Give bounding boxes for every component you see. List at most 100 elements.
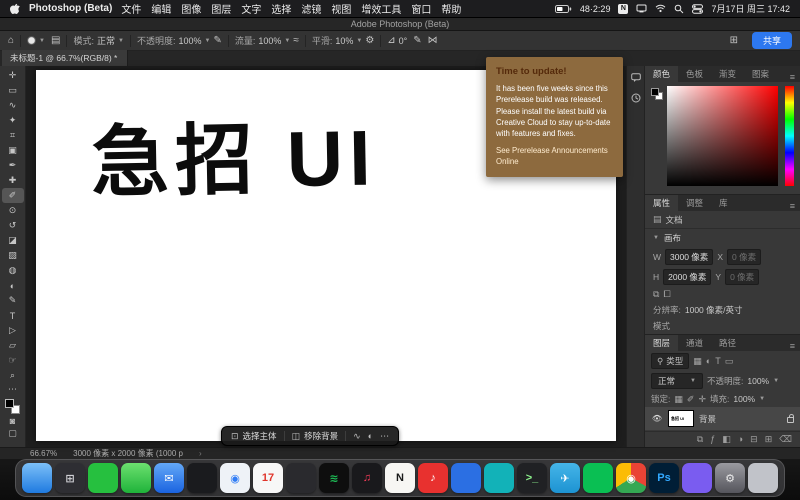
layer-mask-icon[interactable]: ◧	[722, 434, 731, 445]
apple-menu-icon[interactable]	[10, 3, 20, 15]
marquee-tool[interactable]: ▭	[2, 83, 24, 98]
tab-gradients[interactable]: 渐变	[711, 66, 744, 82]
y-field[interactable]: 0 像素	[725, 269, 759, 285]
opacity-control[interactable]: 不透明度: 100% ▼ ✎	[137, 34, 222, 47]
height-field[interactable]: 2000 像素	[663, 269, 711, 285]
dock-icon-safari[interactable]: ◉	[220, 463, 250, 493]
type-tool[interactable]: T	[2, 308, 24, 323]
adjustment-layer-icon[interactable]: ◑	[738, 434, 743, 445]
dock-icon-wecom[interactable]	[583, 463, 613, 493]
canvas-section-header[interactable]: ▼ 画布	[645, 229, 800, 247]
screen-mode-icon[interactable]: ▢	[2, 427, 24, 440]
dock-icon-spotify[interactable]: ≋	[319, 463, 349, 493]
healing-brush-tool[interactable]: ✚	[2, 173, 24, 188]
menubar-menu-item[interactable]: 视图	[331, 1, 351, 16]
menubar-menu-item[interactable]: 图像	[181, 1, 201, 16]
eraser-tool[interactable]: ◪	[2, 233, 24, 248]
tab-patterns[interactable]: 图案	[744, 66, 777, 82]
layer-name[interactable]: 背景	[699, 413, 716, 425]
dock-icon-notes[interactable]	[286, 463, 316, 493]
history-brush-tool[interactable]: ↺	[2, 218, 24, 233]
battery-icon[interactable]	[555, 5, 572, 13]
menubar-datetime[interactable]: 7月17日 周三 17:42	[711, 2, 790, 15]
pressure-size-icon[interactable]: ✎	[413, 35, 421, 46]
link-dimensions-icon[interactable]: ⧉	[653, 289, 659, 300]
panel-menu-icon[interactable]: ≡	[785, 201, 800, 211]
comments-panel-icon[interactable]	[631, 73, 641, 83]
brush-preset-picker[interactable]: ▼	[27, 36, 45, 45]
zoom-tool[interactable]: ⌕	[2, 368, 24, 383]
quick-selection-tool[interactable]: ✦	[2, 113, 24, 128]
x-field[interactable]: 0 像素	[727, 249, 761, 265]
mask-icon[interactable]: ◐	[368, 431, 373, 441]
lock-brush-icon[interactable]: ✐	[687, 394, 695, 405]
dock-icon-chrome[interactable]: ◉	[616, 463, 646, 493]
hue-slider[interactable]	[785, 86, 794, 186]
menubar-menu-item[interactable]: 选择	[271, 1, 291, 16]
flow-control[interactable]: 流量: 100% ▼ ≈	[235, 34, 299, 47]
notification-link[interactable]: See Prerelease Announcements Online	[496, 146, 613, 168]
brush-tool[interactable]: ✐	[2, 188, 24, 203]
dock-icon-trash[interactable]	[748, 463, 778, 493]
layer-visibility-icon[interactable]: 👁	[651, 414, 663, 423]
dock-icon-mail[interactable]: ✉	[154, 463, 184, 493]
new-layer-icon[interactable]: ⊞	[765, 434, 773, 445]
menubar-menu-item[interactable]: 图层	[211, 1, 231, 16]
document-tab[interactable]: 未标题-1 @ 66.7%(RGB/8) *	[2, 50, 128, 66]
clone-stamp-tool[interactable]: ⊙	[2, 203, 24, 218]
lasso-tool[interactable]: ∿	[2, 98, 24, 113]
link-layers-icon[interactable]: ⧉	[697, 434, 703, 445]
saturation-brightness-field[interactable]	[667, 86, 778, 186]
brush-angle-control[interactable]: ⊿ 0°	[387, 35, 407, 46]
control-center-icon[interactable]	[692, 4, 703, 14]
foreground-background-swatches[interactable]	[5, 399, 20, 414]
filter-shape-icon[interactable]: ▭	[725, 356, 734, 367]
layer-row-background[interactable]: 👁 急招 UI 背景	[645, 407, 800, 430]
dock-icon-terminal[interactable]: >_	[517, 463, 547, 493]
tab-swatches[interactable]: 色板	[678, 66, 711, 82]
pressure-opacity-icon[interactable]: ✎	[213, 35, 221, 46]
foreground-color-swatch[interactable]	[5, 399, 14, 408]
lock-position-icon[interactable]: ✛	[698, 394, 706, 405]
dock-icon-teal-app[interactable]	[484, 463, 514, 493]
lock-transparent-icon[interactable]: ▦	[674, 394, 683, 405]
edit-toolbar-icon[interactable]: ⋯	[2, 383, 24, 396]
display-icon[interactable]	[636, 4, 647, 13]
panel-menu-icon[interactable]: ≡	[785, 72, 800, 82]
delete-layer-icon[interactable]: ⌫	[779, 434, 792, 445]
update-notification[interactable]: Time to update! It has been five weeks s…	[486, 57, 623, 177]
dock-icon-finder[interactable]	[22, 463, 52, 493]
status-chevron-icon[interactable]: ›	[199, 449, 202, 458]
menubar-menu-item[interactable]: 文件	[121, 1, 141, 16]
layer-thumbnail[interactable]: 急招 UI	[668, 410, 694, 427]
menubar-app-name[interactable]: Photoshop (Beta)	[29, 3, 112, 14]
brush-settings-panel-icon[interactable]: ▤	[51, 35, 60, 46]
zoom-level[interactable]: 66.67%	[30, 449, 57, 458]
dock-icon-purple-app[interactable]	[682, 463, 712, 493]
wifi-icon[interactable]	[655, 4, 666, 13]
symmetry-icon[interactable]: ⋈	[428, 35, 438, 46]
select-subject-button[interactable]: ⊡ 选择主体	[231, 430, 277, 442]
eyedropper-tool[interactable]: ✒	[2, 158, 24, 173]
dock-icon-notion[interactable]: N	[385, 463, 415, 493]
workspace-icon[interactable]: ⊞	[730, 35, 738, 46]
dock-icon-messages[interactable]	[121, 463, 151, 493]
gradient-tool[interactable]: ▨	[2, 248, 24, 263]
tab-channels[interactable]: 通道	[678, 335, 711, 351]
dock-icon-photoshop[interactable]: Ps	[649, 463, 679, 493]
tab-properties[interactable]: 属性	[645, 195, 678, 211]
layer-opacity-value[interactable]: 100%	[747, 376, 769, 386]
tab-layers[interactable]: 图层	[645, 335, 678, 351]
dock-icon-blue-app[interactable]	[451, 463, 481, 493]
menubar-menu-item[interactable]: 滤镜	[301, 1, 321, 16]
frame-tool[interactable]: ▣	[2, 143, 24, 158]
layer-effects-icon[interactable]: ƒ	[710, 434, 715, 445]
menubar-menu-item[interactable]: 窗口	[411, 1, 431, 16]
layer-filter-type-select[interactable]: ⚲ 类型	[651, 353, 689, 369]
blend-mode-select[interactable]: 模式: 正常 ▼	[73, 34, 123, 47]
smoothing-options-icon[interactable]: ⚙	[365, 35, 374, 46]
tab-color[interactable]: 颜色	[645, 66, 678, 82]
tab-libraries[interactable]: 库	[711, 195, 736, 211]
dock-icon-telegram[interactable]: ✈	[550, 463, 580, 493]
dock-icon-dark-app[interactable]	[187, 463, 217, 493]
